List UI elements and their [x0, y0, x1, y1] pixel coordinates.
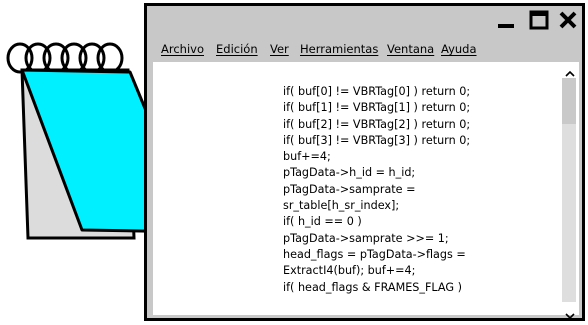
code-line: head_flags = pTagData->flags = — [283, 247, 466, 261]
code-line: pTagData->samprate >>= 1; — [283, 231, 449, 245]
code-line: sr_table[h_sr_index]; — [283, 199, 400, 213]
maximize-icon[interactable] — [529, 10, 549, 30]
chevron-up-icon[interactable] — [563, 64, 577, 77]
code-text: if( buf[0] != VBRTag[0] ) return 0; if( … — [283, 84, 553, 296]
scrollbar-track[interactable] — [562, 124, 576, 302]
code-line: if( buf[3] != VBRTag[3] ) return 0; — [283, 133, 471, 147]
chevron-down-icon[interactable] — [563, 306, 577, 320]
code-line: if( buf[1] != VBRTag[1] ) return 0; — [283, 101, 471, 115]
menu-herramientas[interactable]: Herramientas — [300, 42, 378, 56]
menu-ver[interactable]: Ver — [270, 42, 289, 56]
code-line: if( buf[0] != VBRTag[0] ) return 0; — [283, 85, 471, 98]
code-line: ExtractI4(buf); buf+=4; — [283, 264, 416, 278]
menu-ventana[interactable]: Ventana — [387, 42, 434, 56]
menu-edicion[interactable]: Edición — [216, 42, 258, 56]
vertical-scrollbar[interactable] — [560, 62, 579, 320]
minimize-icon[interactable] — [496, 10, 516, 30]
close-icon[interactable] — [558, 10, 578, 30]
text-area[interactable]: if( buf[0] != VBRTag[0] ) return 0; if( … — [153, 62, 560, 315]
title-bar[interactable] — [147, 6, 582, 36]
code-line: pTagData->h_id = h_id; — [283, 166, 416, 180]
menu-archivo[interactable]: Archivo — [161, 42, 204, 56]
text-editor-window: Archivo Edición Ver Herramientas Ventana… — [144, 3, 585, 321]
code-line: pTagData->samprate = — [283, 182, 416, 196]
scrollbar-thumb[interactable] — [562, 78, 576, 124]
code-line: if( buf[2] != VBRTag[2] ) return 0; — [283, 117, 471, 131]
code-line: buf+=4; — [283, 150, 331, 164]
menu-ayuda[interactable]: Ayuda — [441, 42, 477, 56]
code-line: if( h_id == 0 ) — [283, 215, 362, 229]
menu-bar: Archivo Edición Ver Herramientas Ventana… — [147, 36, 582, 62]
code-line: if( head_flags & FRAMES_FLAG ) — [283, 280, 462, 294]
